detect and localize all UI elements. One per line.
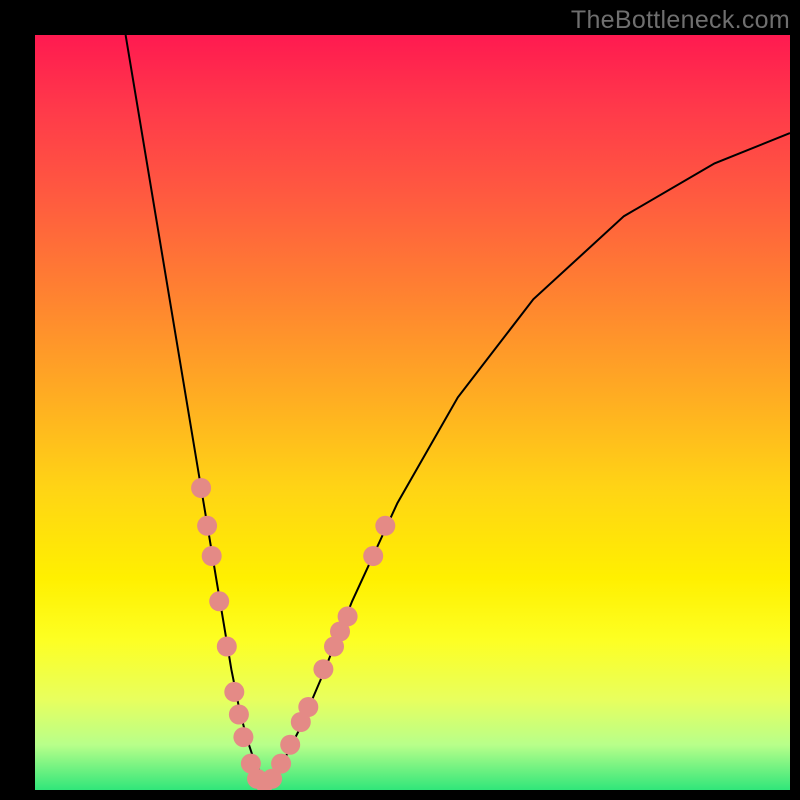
data-marker: [363, 546, 383, 566]
data-marker: [197, 516, 217, 536]
chart-frame: TheBottleneck.com: [0, 0, 800, 800]
data-marker: [209, 591, 229, 611]
bottleneck-curve: [126, 35, 790, 783]
curve-svg: [35, 35, 790, 790]
marker-layer: [191, 478, 395, 790]
watermark-label: TheBottleneck.com: [571, 6, 790, 35]
data-marker: [229, 705, 249, 725]
data-marker: [233, 727, 253, 747]
data-marker: [375, 516, 395, 536]
data-marker: [191, 478, 211, 498]
data-marker: [224, 682, 244, 702]
data-marker: [202, 546, 222, 566]
data-marker: [313, 659, 333, 679]
data-marker: [217, 637, 237, 657]
data-marker: [298, 697, 318, 717]
data-marker: [280, 735, 300, 755]
plot-area: [35, 35, 790, 790]
data-marker: [271, 754, 291, 774]
data-marker: [338, 606, 358, 626]
